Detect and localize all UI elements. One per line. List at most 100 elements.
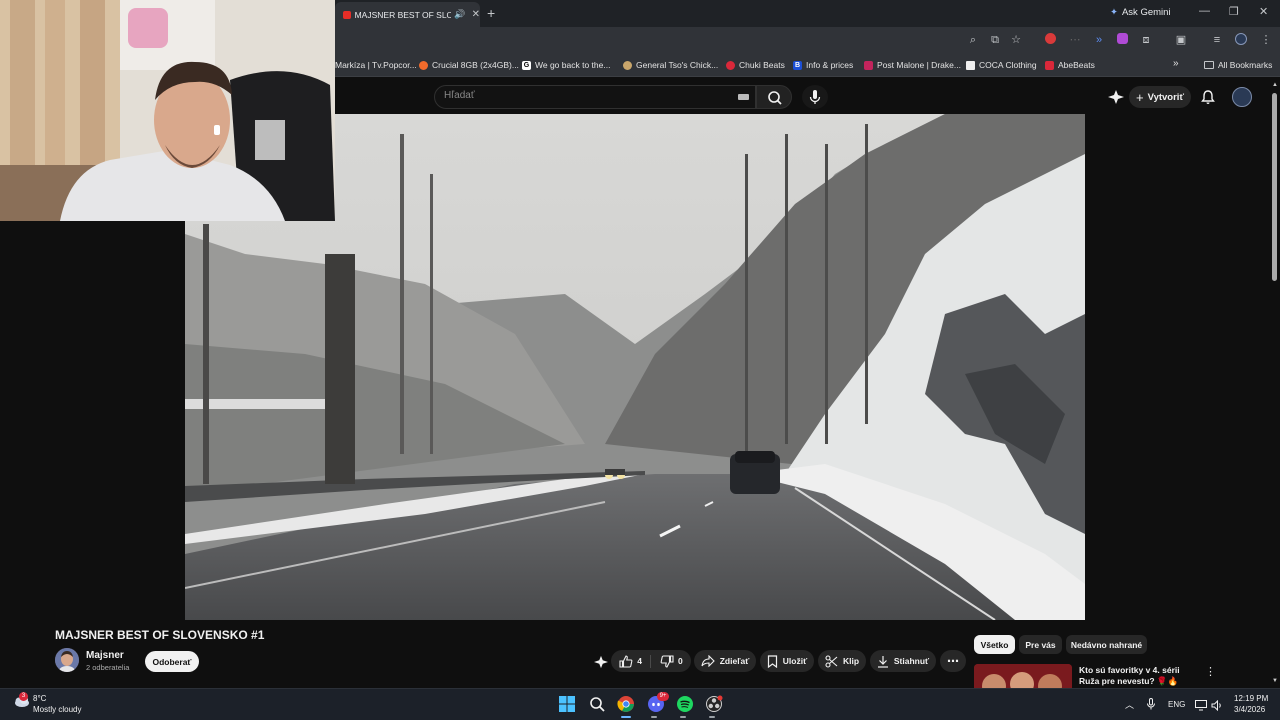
input-language[interactable]: ENG (1168, 700, 1185, 709)
notifications-bell-icon[interactable] (1200, 89, 1216, 110)
tray-mic-icon[interactable] (1146, 697, 1156, 715)
like-button[interactable]: 4 (619, 654, 651, 668)
bookmark-item[interactable]: Post Malone | Drake... (864, 60, 961, 70)
bookmark-item[interactable]: COCA Clothing (966, 60, 1037, 70)
webcam-overlay (0, 0, 335, 221)
spotify-taskbar-icon[interactable] (676, 695, 694, 713)
bookmark-favicon-icon (1045, 60, 1054, 70)
tray-network-icon[interactable] (1195, 698, 1207, 716)
close-window-icon[interactable]: ✕ (1259, 5, 1268, 18)
taskbar-search-icon[interactable] (588, 695, 606, 713)
tray-chevron-up-icon[interactable]: ︿ (1125, 698, 1134, 711)
bookmark-item[interactable]: General Tso's Chick... (623, 60, 718, 70)
bookmark-item[interactable]: Crucial 8GB (2x4GB)... (419, 60, 519, 70)
scissors-icon (825, 654, 838, 668)
chrome-menu-icon[interactable]: ⋮ (1259, 33, 1273, 47)
scroll-up-icon[interactable]: ▲ (1272, 82, 1278, 88)
save-label: Uložiť (782, 656, 808, 666)
extension-red-icon[interactable] (1043, 33, 1057, 47)
cast-icon[interactable]: ⧉ (988, 33, 1002, 47)
ask-gemini-button[interactable]: ✦ Ask Gemini (1110, 7, 1171, 18)
media-control-icon[interactable]: ≡ (1210, 33, 1224, 47)
bookmark-favicon-icon: B (793, 60, 802, 70)
bookmark-item[interactable]: B Info & prices (793, 60, 853, 70)
audio-playing-icon[interactable]: 🔊 (454, 9, 465, 20)
extension-blue-icon[interactable]: » (1092, 33, 1106, 47)
bookmark-item[interactable]: AbeBeats (1045, 60, 1095, 70)
weather-temperature: 8°C (33, 694, 47, 703)
search-placeholder: Hľadať (444, 90, 475, 101)
download-icon (877, 655, 888, 668)
channel-name[interactable]: Majsner (86, 650, 124, 661)
extension-gray-icon[interactable]: ⋯ (1068, 33, 1082, 47)
side-panel-icon[interactable]: ▣ (1174, 33, 1188, 47)
video-title: MAJSNER BEST OF SLOVENSKO #1 (55, 628, 265, 642)
restore-icon[interactable]: ❐ (1229, 5, 1239, 18)
scrollbar-thumb[interactable] (1272, 93, 1277, 281)
bookmarks-overflow-button[interactable]: » (1173, 58, 1179, 69)
chrome-active-indicator (621, 716, 631, 718)
bookmark-favicon-icon (726, 60, 735, 70)
scroll-down-icon[interactable]: ▼ (1272, 678, 1278, 684)
ask-ai-sparkle-icon[interactable] (594, 655, 608, 674)
thumbs-up-icon (619, 654, 633, 668)
profile-avatar-icon[interactable] (1234, 33, 1248, 47)
keyboard-icon[interactable] (738, 94, 749, 100)
tray-volume-icon[interactable] (1211, 698, 1223, 716)
bookmark-item[interactable]: G We go back to the... (522, 60, 610, 70)
search-icon (768, 91, 782, 105)
new-tab-button[interactable]: + (487, 5, 495, 21)
bookmark-item[interactable]: Markíza | Tv.Popcor... (335, 60, 417, 70)
like-count: 4 (637, 656, 642, 666)
clip-button[interactable]: Klip (818, 650, 866, 672)
voice-search-button[interactable] (802, 85, 828, 109)
sparkle-ai-icon[interactable] (1108, 90, 1124, 109)
tab-majsner[interactable]: MAJSNER BEST OF SLOVENSKO 🔊 ✕ (335, 2, 480, 27)
dislike-button[interactable]: 0 (656, 654, 683, 668)
windows-start-icon[interactable] (558, 695, 576, 713)
save-button[interactable]: Uložiť (760, 650, 814, 672)
mic-icon (809, 90, 821, 104)
more-actions-icon[interactable]: ⋯ (940, 650, 966, 672)
chip-all[interactable]: Všetko (974, 635, 1015, 654)
bookmark-favicon-icon (864, 60, 873, 70)
spotify-running-indicator (680, 716, 686, 718)
clock-time[interactable]: 12:19 PM (1234, 694, 1268, 703)
search-button[interactable] (756, 85, 792, 109)
all-bookmarks-button[interactable]: All Bookmarks (1204, 60, 1272, 70)
discord-taskbar-icon[interactable]: 9+ (647, 692, 669, 713)
chip-for-you[interactable]: Pre vás (1019, 635, 1062, 654)
bookmark-star-icon[interactable]: ☆ (1009, 33, 1023, 47)
obs-taskbar-icon[interactable] (705, 695, 723, 713)
extensions-puzzle-icon[interactable]: ⧈ (1139, 33, 1153, 47)
like-dislike-group: 4 0 (611, 650, 691, 672)
account-avatar[interactable] (1232, 87, 1252, 107)
folder-icon (1204, 61, 1214, 69)
chrome-taskbar-icon[interactable] (617, 695, 635, 713)
google-favicon-icon: G (522, 60, 531, 70)
youtube-favicon-icon (342, 10, 351, 19)
channel-avatar[interactable] (55, 648, 79, 672)
recommended-title[interactable]: Kto sú favoritky v 4. sérii Ruža pre nev… (1079, 665, 1199, 687)
webcam-feed (0, 0, 335, 221)
recommended-more-icon[interactable]: ⋮ (1205, 665, 1216, 678)
recommended-thumbnail[interactable] (974, 664, 1072, 688)
clock-date[interactable]: 3/4/2026 (1234, 705, 1265, 714)
download-button[interactable]: Stiahnuť (870, 650, 936, 672)
weather-cloud-icon[interactable]: 3 (13, 692, 29, 708)
unsubscribe-button[interactable]: Odoberať (145, 651, 199, 672)
create-button[interactable]: + Vytvoriť (1129, 86, 1191, 108)
share-label: Zdieľať (719, 656, 750, 666)
chip-recently-uploaded[interactable]: Nedávno nahrané (1066, 635, 1147, 654)
share-button[interactable]: Zdieľať (694, 650, 756, 672)
bookmark-favicon-icon (419, 60, 428, 70)
extension-purple-icon[interactable] (1115, 33, 1129, 47)
discord-running-indicator (651, 716, 657, 718)
minimize-icon[interactable]: — (1199, 5, 1210, 17)
thumbs-down-icon (660, 654, 674, 668)
search-input[interactable] (434, 85, 756, 109)
bookmark-favicon-icon (623, 60, 632, 70)
bookmark-item[interactable]: Chuki Beats (726, 60, 785, 70)
close-tab-icon[interactable]: ✕ (472, 9, 480, 20)
zoom-icon[interactable]: ⌕ (966, 33, 980, 47)
